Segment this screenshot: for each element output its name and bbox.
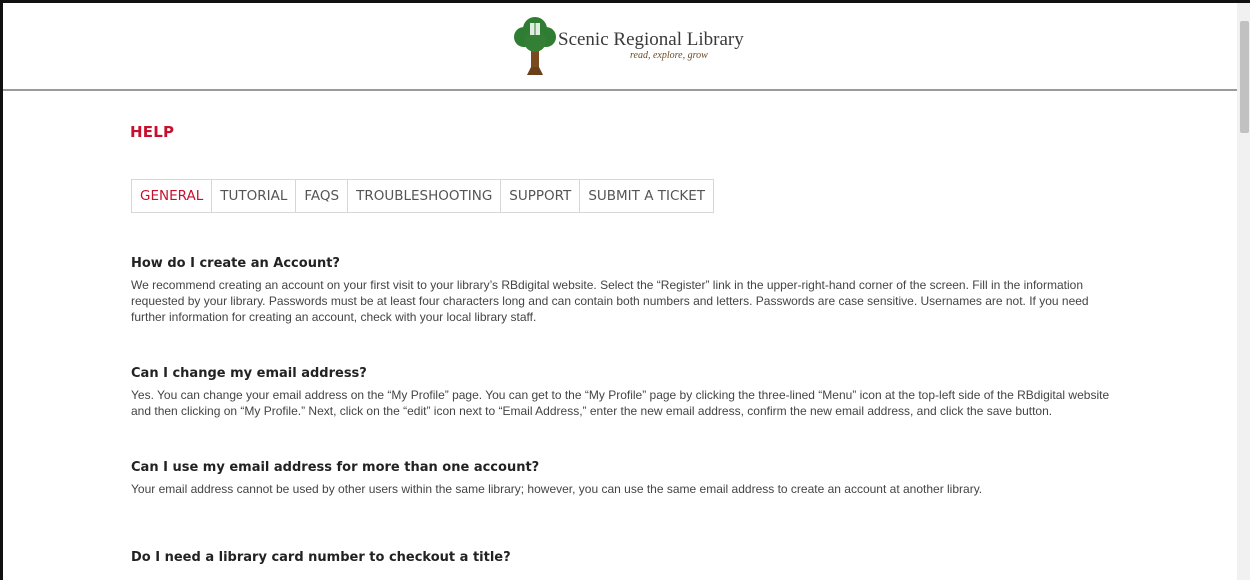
- tab-support[interactable]: SUPPORT: [501, 180, 581, 212]
- tab-troubleshooting[interactable]: TROUBLESHOOTING: [348, 180, 502, 212]
- help-content: HELP GENERAL TUTORIAL FAQS TROUBLESHOOTI…: [3, 93, 1237, 580]
- tab-general[interactable]: GENERAL: [132, 180, 213, 212]
- faq-item: Do I need a library card number to check…: [131, 550, 1121, 571]
- faq-question: Can I use my email address for more than…: [131, 460, 540, 475]
- scrollbar-thumb[interactable]: [1240, 21, 1249, 133]
- faq-answer: We recommend creating an account on your…: [131, 278, 1089, 324]
- help-tabs: GENERAL TUTORIAL FAQS TROUBLESHOOTING SU…: [131, 179, 715, 213]
- page-title: HELP: [130, 123, 175, 141]
- faq-answer: Yes. You can change your email address o…: [131, 388, 1110, 418]
- faq-item: Can I use my email address for more than…: [131, 460, 1121, 497]
- faq-question: How do I create an Account?: [131, 256, 340, 271]
- faq-item: Can I change my email address? Yes. You …: [131, 366, 1121, 419]
- logo-tagline: read, explore, grow: [630, 50, 708, 61]
- faq-question: Do I need a library card number to check…: [131, 550, 511, 565]
- library-logo[interactable]: Scenic Regional Library read, explore, g…: [513, 13, 753, 79]
- site-header: Scenic Regional Library read, explore, g…: [3, 3, 1237, 91]
- page-scrollbar[interactable]: [1237, 3, 1250, 580]
- tab-faqs[interactable]: FAQS: [296, 180, 349, 212]
- faq-item: How do I create an Account? We recommend…: [131, 256, 1121, 325]
- tab-submit-ticket[interactable]: SUBMIT A TICKET: [580, 180, 713, 212]
- logo-title: Scenic Regional Library: [558, 29, 744, 50]
- faq-answer: Your email address cannot be used by oth…: [131, 482, 983, 496]
- tab-tutorial[interactable]: TUTORIAL: [212, 180, 297, 212]
- tree-logo-icon: [514, 17, 556, 75]
- faq-question: Can I change my email address?: [131, 366, 367, 381]
